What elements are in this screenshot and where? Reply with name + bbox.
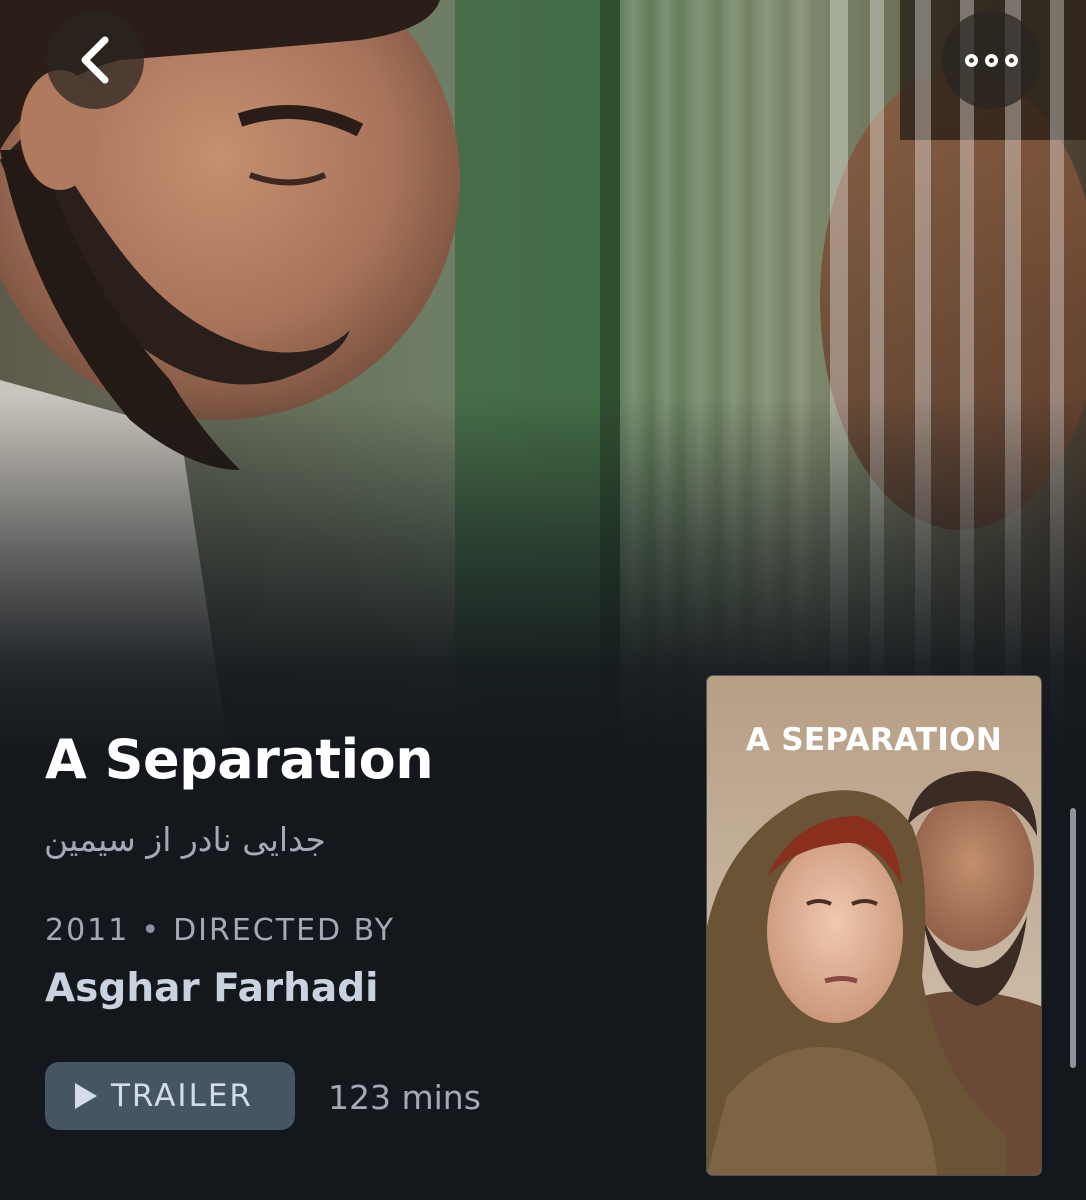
film-meta: 2011 • DIRECTED BY: [45, 913, 395, 948]
directed-by-label: DIRECTED BY: [173, 913, 395, 948]
dot: [964, 53, 978, 67]
dot: [984, 53, 998, 67]
play-icon: [75, 1083, 97, 1109]
more-options-button[interactable]: [942, 11, 1040, 109]
backdrop-image: [0, 0, 1086, 760]
original-title: جدایی نادر از سیمین: [44, 820, 326, 859]
film-title: A Separation: [45, 728, 434, 791]
more-horizontal-icon: [964, 53, 1018, 67]
film-poster[interactable]: A SEPARATION: [707, 676, 1041, 1175]
runtime: 123 mins: [328, 1078, 481, 1117]
dot: [1004, 53, 1018, 67]
director-link[interactable]: Asghar Farhadi: [45, 966, 378, 1011]
release-year[interactable]: 2011: [45, 913, 129, 948]
meta-separator: •: [141, 913, 162, 948]
trailer-button[interactable]: TRAILER: [45, 1062, 295, 1130]
chevron-left-icon: [81, 36, 109, 84]
poster-title: A SEPARATION: [745, 722, 1003, 758]
scrollbar[interactable]: [1070, 808, 1076, 1068]
back-button[interactable]: [46, 11, 144, 109]
backdrop-gradient: [0, 0, 1086, 760]
trailer-label: TRAILER: [111, 1078, 253, 1114]
